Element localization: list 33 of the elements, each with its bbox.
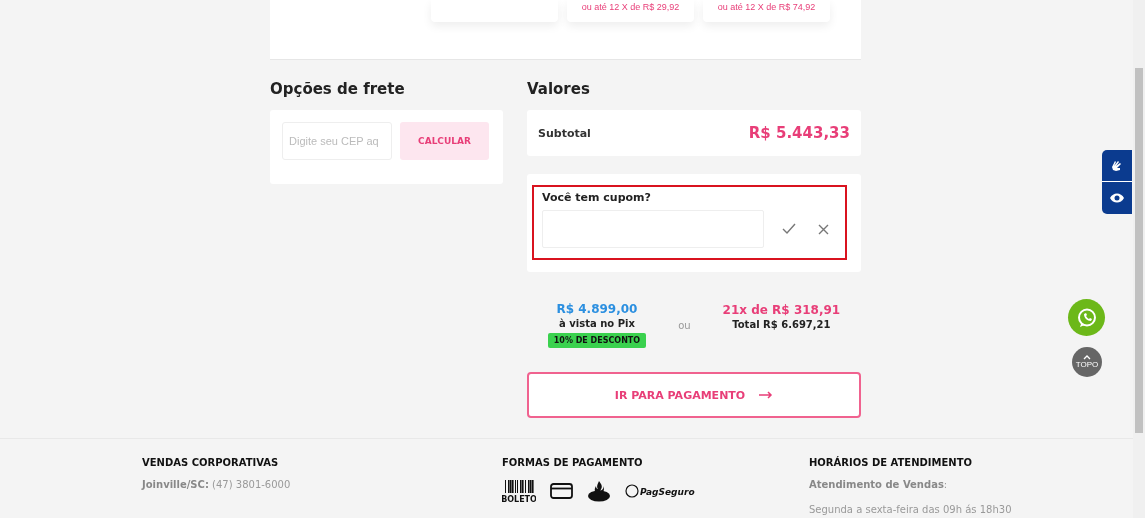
chevron-up-icon (1083, 355, 1091, 360)
pagseguro-logo: PagSeguro (625, 483, 695, 499)
flame-icon (587, 480, 611, 502)
footer-heading: VENDAS CORPORATIVAS (142, 457, 280, 468)
footer-heading: FORMAS DE PAGAMENTO (502, 457, 644, 468)
installment-text: ou até 12 X de R$ 29,92 (581, 2, 680, 14)
discount-badge: 10% DE DESCONTO (547, 333, 647, 348)
scrollbar[interactable] (1133, 0, 1145, 518)
coupon-label: Você tem cupom? (542, 191, 652, 204)
section-title: Opções de frete (270, 80, 406, 98)
card-icon (550, 483, 573, 499)
product-card[interactable]: ou até 12 X de R$ 29,92 (567, 0, 694, 22)
installment-total: Total R$ 6.697,21 (732, 318, 831, 330)
section-title: Valores (527, 80, 591, 98)
subtotal-value: R$ 5.443,33 (748, 124, 850, 142)
pix-price: R$ 4.899,00 (556, 302, 638, 316)
subtotal-label: Subtotal (538, 126, 591, 140)
or-text: ou (678, 319, 691, 331)
footer-heading: HORÁRIOS DE ATENDIMENTO (809, 457, 973, 468)
arrow-right-icon (759, 391, 774, 399)
checkout-button[interactable]: IR PARA PAGAMENTO (527, 372, 861, 418)
footer-text: Joinville/SC: (47) 3801-6000 (142, 478, 292, 492)
cep-input[interactable]: Digite seu CEP aq (282, 122, 392, 160)
installment-price: 21x de R$ 318,91 (722, 302, 841, 317)
installment-text: ou até 12 X de R$ 74,92 (717, 2, 816, 14)
footer-text: Segunda a sexta-feira das 09h ás 18h30 (809, 503, 1013, 517)
phone-bubble-icon (1075, 306, 1098, 329)
calculate-button[interactable]: CALCULAR (400, 122, 489, 160)
back-to-top-button[interactable]: TOPO (1072, 347, 1102, 377)
product-card[interactable]: ou até 12 X de R$ 74,92 (703, 0, 830, 22)
pix-label: à vista no Pix (559, 318, 635, 329)
chat-button[interactable] (1068, 299, 1105, 336)
footer-text: Atendimento de Vendas: (809, 478, 949, 492)
